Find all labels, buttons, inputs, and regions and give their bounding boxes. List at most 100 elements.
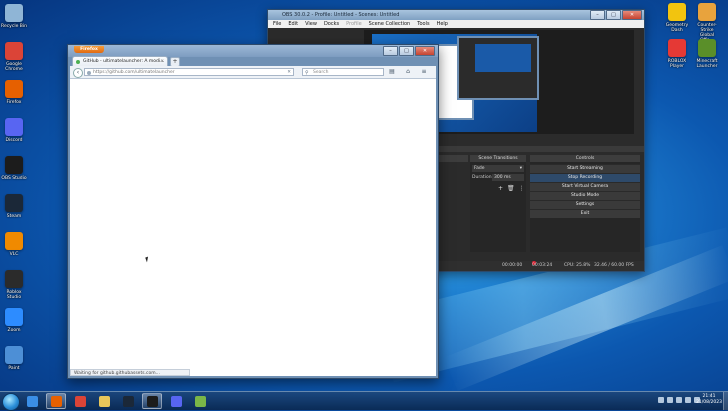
desktop-icon-label: Minecraft Launcher <box>696 59 718 69</box>
stop-recording-button[interactable]: Stop Recording <box>530 173 640 182</box>
scene-transitions-header: Scene Transitions <box>470 155 526 162</box>
firefox-icon <box>50 395 62 407</box>
desktop-icon-label: Google Chrome <box>5 62 23 72</box>
fps-readout: 32.46 / 60.00 FPS <box>594 263 634 268</box>
desktop-icon-label: Discord <box>5 138 23 143</box>
menu-icon[interactable]: ≡ <box>420 68 428 76</box>
desktop-icon-csgo[interactable]: Counter-Strike Global Offe... <box>693 3 721 43</box>
steam-icon <box>122 395 134 407</box>
desktop-icon-paint[interactable]: Paint <box>0 346 28 371</box>
minimize-button[interactable]: – <box>383 46 398 56</box>
firefox-window[interactable]: Firefox – □ ✕ GitHub - ultimatelauncher:… <box>67 44 439 379</box>
menu-file[interactable]: File <box>273 20 281 28</box>
tray-app-icon[interactable] <box>676 397 682 403</box>
menu-view[interactable]: View <box>305 20 317 28</box>
chevron-down-icon: ▾ <box>519 166 522 171</box>
close-button[interactable]: ✕ <box>415 46 435 56</box>
search-engine-icon[interactable]: ⚲ <box>305 69 309 77</box>
tab-title: GitHub - ultimatelauncher: A modi... <box>83 59 165 64</box>
obs-titlebar[interactable]: OBS 30.0.2 - Profile: Untitled - Scenes:… <box>268 10 644 20</box>
desktop-icon-firefox[interactable]: Firefox <box>0 80 28 105</box>
desktop-icon-vlc[interactable]: VLC <box>0 232 28 257</box>
taskbar-obs-button[interactable] <box>142 393 162 409</box>
reload-icon[interactable]: ✕ <box>287 69 291 77</box>
explorer-icon <box>98 395 110 407</box>
desktop-icon-roblox[interactable]: ROBLOX Player <box>663 39 691 69</box>
taskbar-discord-button[interactable] <box>166 393 186 409</box>
desktop-icon-steam[interactable]: Steam <box>0 194 28 219</box>
menu-profile[interactable]: Profile <box>346 20 362 28</box>
zoom-icon <box>5 308 23 326</box>
desktop-icon-label: Paint <box>8 366 20 371</box>
menu-docks[interactable]: Docks <box>324 20 339 28</box>
discord-icon <box>170 395 182 407</box>
desktop-icon-zoom[interactable]: Zoom <box>0 308 28 333</box>
taskbar-ie-button[interactable] <box>22 393 42 409</box>
add-transition-icon[interactable]: + <box>498 185 503 192</box>
address-bar[interactable]: https://github.com/ultimatelauncher ✕ <box>84 68 294 76</box>
menu-help[interactable]: Help <box>437 20 448 28</box>
transition-value: Fade <box>474 166 485 171</box>
search-placeholder: Search <box>313 70 329 75</box>
studio-mode-button[interactable]: Studio Mode <box>530 191 640 200</box>
start-virtual-camera-button[interactable]: Start Virtual Camera <box>530 182 640 191</box>
settings-button[interactable]: Settings <box>530 200 640 209</box>
desktop-icon-label: OBS Studio <box>1 176 27 181</box>
tray-app-icon[interactable] <box>667 397 673 403</box>
search-bar[interactable]: ⚲ Search <box>302 68 384 76</box>
back-button[interactable]: ‹ <box>73 68 83 78</box>
site-identity-icon[interactable] <box>87 71 91 75</box>
desktop-icon-chrome[interactable]: Google Chrome <box>0 42 28 72</box>
show-desktop-button[interactable] <box>723 392 728 410</box>
close-button[interactable]: ✕ <box>622 10 642 20</box>
preview-obs-nested <box>475 44 531 72</box>
desktop-icon-label: Firefox <box>6 100 22 105</box>
network-icon[interactable] <box>685 397 691 403</box>
obs-icon <box>146 395 158 407</box>
desktop-icon-roblox-studio[interactable]: Roblox Studio <box>0 270 28 300</box>
firefox-menu-button[interactable]: Firefox <box>74 46 104 53</box>
start-streaming-button[interactable]: Start Streaming <box>530 164 640 173</box>
menu-edit[interactable]: Edit <box>288 20 298 28</box>
remove-transition-icon[interactable]: 🗑 <box>507 185 515 192</box>
duration-label: Duration <box>472 175 492 180</box>
start-button[interactable] <box>2 393 20 411</box>
page-content[interactable] <box>70 79 436 376</box>
more-options-icon[interactable]: ⋮ <box>519 185 525 192</box>
taskbar-notepad-button[interactable] <box>190 393 210 409</box>
taskbar-explorer-button[interactable] <box>94 393 114 409</box>
recycle-bin-icon <box>5 4 23 22</box>
minecraft-icon <box>698 39 716 57</box>
taskbar: 21:41 21/08/2023 <box>0 391 728 411</box>
exit-button[interactable]: Exit <box>530 209 640 218</box>
preview-obs-window <box>457 36 539 100</box>
url-text: https://github.com/ultimatelauncher <box>93 70 175 75</box>
desktop-icon-recycle-bin[interactable]: Recycle Bin <box>0 4 28 29</box>
navigation-toolbar: ‹ https://github.com/ultimatelauncher ✕ … <box>70 66 436 79</box>
desktop-icon-minecraft[interactable]: Minecraft Launcher <box>693 39 721 69</box>
home-icon[interactable]: ⌂ <box>404 68 412 76</box>
steam-icon <box>5 194 23 212</box>
taskbar-chrome-button[interactable] <box>70 393 90 409</box>
menu-scene-collection[interactable]: Scene Collection <box>369 20 411 28</box>
maximize-button[interactable]: □ <box>606 10 621 20</box>
bookmarks-icon[interactable]: ▤ <box>388 68 396 76</box>
desktop-icon-discord[interactable]: Discord <box>0 118 28 143</box>
tray-chevron-icon[interactable] <box>658 397 664 403</box>
discord-icon <box>5 118 23 136</box>
paint-icon <box>5 346 23 364</box>
minimize-button[interactable]: – <box>590 10 605 20</box>
desktop-icon-geometry-dash[interactable]: Geometry Dash <box>663 3 691 33</box>
desktop-icon-obs[interactable]: OBS Studio <box>0 156 28 181</box>
tab-close-icon[interactable]: × <box>160 57 164 66</box>
taskbar-firefox-button[interactable] <box>46 393 66 409</box>
clock[interactable]: 21:41 21/08/2023 <box>696 394 722 406</box>
taskbar-steam-button[interactable] <box>118 393 138 409</box>
maximize-button[interactable]: □ <box>399 46 414 56</box>
obs-title: OBS 30.0.2 - Profile: Untitled - Scenes:… <box>282 12 400 18</box>
clock-date: 21/08/2023 <box>696 400 722 405</box>
tab-github[interactable]: GitHub - ultimatelauncher: A modi... × <box>72 56 168 66</box>
duration-field[interactable]: 300 ms <box>492 174 524 181</box>
transition-select[interactable]: Fade ▾ <box>472 165 524 172</box>
menu-tools[interactable]: Tools <box>417 20 429 28</box>
